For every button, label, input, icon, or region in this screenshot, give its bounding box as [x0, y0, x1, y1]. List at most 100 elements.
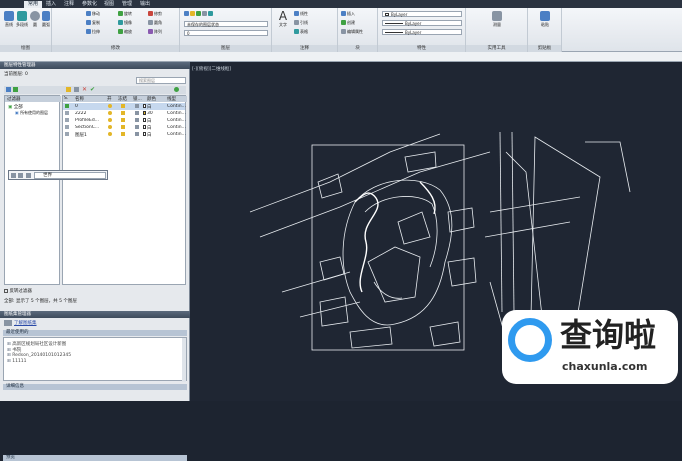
layer-on-icon[interactable]: [108, 104, 112, 108]
col-freeze[interactable]: 冻结: [118, 96, 127, 102]
mirror-icon: [118, 20, 123, 25]
polyline-button[interactable]: 多段线: [15, 11, 29, 28]
layer-freeze-icon[interactable]: [121, 111, 125, 115]
measure-button[interactable]: 测量: [490, 11, 504, 28]
layer-lock-icon[interactable]: [135, 104, 139, 108]
col-on[interactable]: 开: [107, 96, 112, 102]
layer-color-swatch[interactable]: [143, 132, 146, 136]
popup-icon-1[interactable]: [11, 173, 16, 178]
invert-filter-checkbox[interactable]: 反转过滤器: [4, 288, 32, 294]
layer-on-icon[interactable]: [108, 125, 112, 129]
insert-block-button[interactable]: 插入: [341, 11, 355, 17]
layer-on-icon[interactable]: [196, 11, 201, 16]
layer-lock-icon[interactable]: [135, 118, 139, 122]
col-status[interactable]: S.: [64, 96, 68, 101]
tab-manage[interactable]: 管理: [118, 1, 136, 8]
layer-lock-icon[interactable]: [202, 11, 207, 16]
layer-freeze-icon[interactable]: [121, 125, 125, 129]
recent-scrollbar[interactable]: [182, 338, 186, 382]
polyline-icon: [17, 11, 27, 21]
tab-insert[interactable]: 插入: [42, 1, 60, 8]
new-vp-layer-icon[interactable]: [74, 87, 79, 92]
tab-output[interactable]: 输出: [136, 1, 154, 8]
details-section-header[interactable]: 详细信息: [3, 384, 187, 390]
preview-section-header[interactable]: 预览: [3, 455, 187, 461]
layer-linetype: Contin...: [167, 104, 186, 109]
layer-on-icon[interactable]: [108, 132, 112, 136]
fillet-button[interactable]: 圆角: [148, 20, 162, 26]
popup-icon-3[interactable]: [26, 173, 31, 178]
refresh-icon[interactable]: [174, 87, 179, 92]
paste-button[interactable]: 粘贴: [538, 11, 552, 28]
layer-freeze-icon[interactable]: [121, 104, 125, 108]
list-item[interactable]: ⊞ Redson_20140101012345: [7, 353, 71, 358]
layer-freeze-icon[interactable]: [121, 132, 125, 136]
leader-button[interactable]: 引线: [294, 20, 308, 26]
panel-title: 剪贴板: [528, 45, 561, 52]
trim-button[interactable]: 修剪: [148, 11, 162, 17]
layer-color-swatch[interactable]: [143, 104, 146, 108]
move-button[interactable]: 移动: [86, 11, 100, 17]
tab-parametric[interactable]: 参数化: [78, 1, 101, 8]
text-button[interactable]: A 文字: [276, 10, 290, 28]
layer-on-icon[interactable]: [108, 111, 112, 115]
filter-folder-icon: ▣: [8, 105, 13, 110]
scale-button[interactable]: 缩放: [118, 29, 132, 35]
new-layer-icon[interactable]: [66, 87, 71, 92]
set-current-icon[interactable]: ✔: [90, 86, 95, 93]
learn-sheets-link[interactable]: 了解图纸集: [14, 320, 37, 326]
list-item[interactable]: ⊞ 11111: [7, 359, 27, 364]
rotate-button[interactable]: 旋转: [118, 11, 132, 17]
table-button[interactable]: 表格: [294, 29, 308, 35]
layer-color-swatch[interactable]: [143, 118, 146, 122]
layer-linetype: Contin...: [167, 111, 186, 116]
edit-attr-icon: [341, 29, 346, 34]
array-button[interactable]: 阵列: [148, 29, 162, 35]
new-filter-icon[interactable]: [6, 87, 11, 92]
color-combo[interactable]: ByLayer: [382, 11, 462, 17]
layer-lock-icon[interactable]: [135, 111, 139, 115]
copy-button[interactable]: 复制: [86, 20, 100, 26]
table-row[interactable]: 图层1 白 Contin...: [63, 131, 186, 138]
line-button[interactable]: 直线: [2, 11, 16, 28]
group-filter-icon[interactable]: [13, 87, 18, 92]
table-row[interactable]: ProfileEd... 白 Contin...: [63, 117, 186, 124]
tab-view[interactable]: 视图: [100, 1, 118, 8]
layer-status-icon: [65, 111, 69, 115]
filter-used[interactable]: ▣ 所有使用的图层: [15, 110, 59, 116]
layer-color-swatch[interactable]: [143, 125, 146, 129]
layer-state-combo[interactable]: 未保存的图层状态: [184, 21, 268, 27]
tab-annotate[interactable]: 注释: [60, 1, 78, 8]
lineweight-combo[interactable]: ByLayer: [382, 29, 462, 35]
tab-home[interactable]: 常用: [24, 1, 43, 8]
stretch-button[interactable]: 拉伸: [86, 29, 100, 35]
layer-lock-icon[interactable]: [135, 132, 139, 136]
linear-dim-button[interactable]: 线性: [294, 11, 308, 17]
layer-match-icon[interactable]: [208, 11, 213, 16]
popup-icon-2[interactable]: [18, 173, 23, 178]
layer-properties-icon[interactable]: [184, 11, 189, 16]
table-row[interactable]: 2222 30 Contin...: [63, 110, 186, 117]
create-block-button[interactable]: 创建: [341, 20, 355, 26]
linetype-combo[interactable]: ByLayer: [382, 20, 462, 26]
table-row[interactable]: SectionC... 白 Contin...: [63, 124, 186, 131]
layer-freeze-icon[interactable]: [121, 118, 125, 122]
layer-lock-icon[interactable]: [135, 125, 139, 129]
layer-color-swatch[interactable]: [143, 111, 146, 115]
arc-button[interactable]: 圆弧: [40, 11, 52, 28]
recent-section-header[interactable]: 最近使用的: [3, 330, 187, 336]
mirror-button[interactable]: 镜像: [118, 20, 132, 26]
col-lock[interactable]: 锁...: [133, 96, 142, 102]
layer-on-icon[interactable]: [108, 118, 112, 122]
layer-freeze-icon[interactable]: [190, 11, 195, 16]
edit-attr-button[interactable]: 编辑属性: [341, 29, 363, 35]
col-name[interactable]: 名称: [75, 96, 84, 102]
search-input[interactable]: 搜索图层: [136, 77, 186, 84]
col-color[interactable]: 颜色: [147, 96, 156, 102]
col-linetype[interactable]: 线型: [167, 96, 176, 102]
current-layer-combo[interactable]: 0: [184, 30, 268, 36]
delete-layer-icon[interactable]: ✕: [82, 86, 87, 93]
sheet-open-icon[interactable]: [4, 320, 12, 326]
table-row[interactable]: 0 白 Contin...: [63, 103, 186, 110]
ucs-combo[interactable]: 世界: [34, 172, 106, 179]
